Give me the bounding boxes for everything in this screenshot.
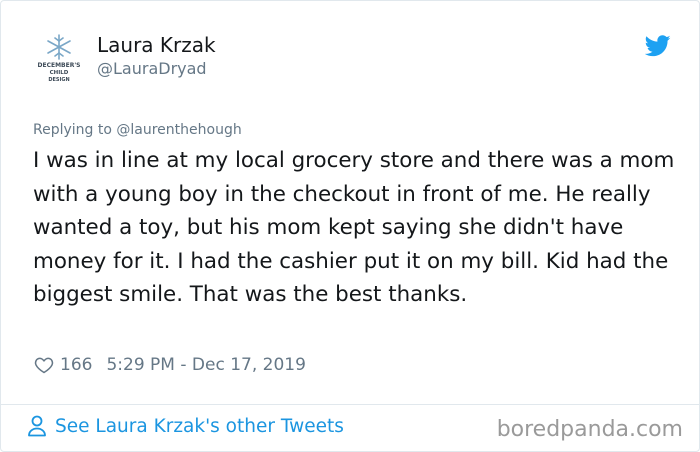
- author-name[interactable]: Laura Krzak: [97, 33, 216, 57]
- like-count[interactable]: 166: [60, 355, 92, 375]
- tweet-header: DECEMBER'S CHILD DESIGN Laura Krzak @Lau…: [31, 29, 681, 89]
- tweet-timestamp[interactable]: 5:29 PM - Dec 17, 2019: [106, 355, 305, 375]
- svg-text:DECEMBER'S: DECEMBER'S: [37, 62, 80, 69]
- tweet-text: I was in line at my local grocery store …: [33, 148, 675, 307]
- twitter-bird-icon[interactable]: [645, 35, 671, 57]
- tweet-card: DECEMBER'S CHILD DESIGN Laura Krzak @Lau…: [0, 0, 700, 452]
- footer-divider: [1, 404, 700, 405]
- tweet-meta: 166 5:29 PM - Dec 17, 2019: [34, 352, 306, 378]
- replying-to-label[interactable]: Replying to @laurenthehough: [33, 122, 242, 138]
- person-icon: [28, 415, 46, 437]
- svg-text:CHILD: CHILD: [50, 70, 69, 76]
- svg-text:DESIGN: DESIGN: [48, 77, 69, 83]
- avatar[interactable]: DECEMBER'S CHILD DESIGN: [31, 31, 87, 87]
- author-handle[interactable]: @LauraDryad: [97, 59, 207, 78]
- snowflake-logo-icon: DECEMBER'S CHILD DESIGN: [33, 34, 85, 83]
- see-other-tweets-link[interactable]: See Laura Krzak's other Tweets: [27, 415, 344, 437]
- see-other-tweets-label: See Laura Krzak's other Tweets: [55, 415, 344, 437]
- watermark: boredpanda.com: [496, 417, 683, 442]
- heart-icon[interactable]: [34, 355, 54, 375]
